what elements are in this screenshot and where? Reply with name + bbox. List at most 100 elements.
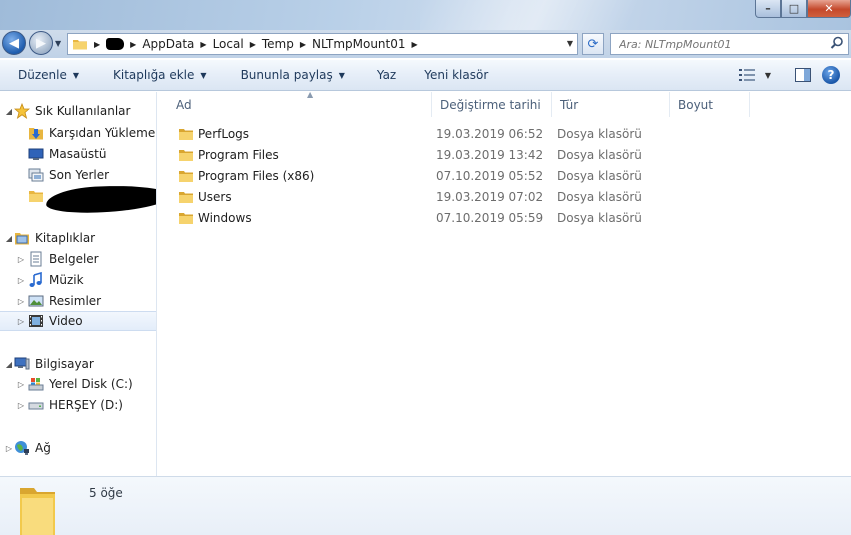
column-header-name[interactable]: Ad ▲	[168, 90, 432, 117]
tree-label: Müzik	[49, 273, 84, 287]
tree-item-pictures[interactable]: ▷ Resimler	[0, 291, 156, 311]
breadcrumb-separator[interactable]: ▶	[94, 40, 100, 49]
folder-icon	[179, 128, 193, 140]
table-row[interactable]: Windows 07.10.2019 05:59 Dosya klasörü	[158, 207, 851, 228]
tree-network[interactable]: ▷ Ağ	[0, 438, 156, 458]
table-row[interactable]: Users 19.03.2019 07:02 Dosya klasörü	[158, 186, 851, 207]
expand-icon[interactable]: ▷	[16, 255, 26, 264]
breadcrumb-nltmpmount01[interactable]: NLTmpMount01	[312, 37, 406, 51]
tree-item-documents[interactable]: ▷ Belgeler	[0, 249, 156, 269]
folder-icon	[179, 191, 193, 203]
folder-icon	[73, 40, 87, 50]
breadcrumb-separator[interactable]: ▶	[300, 40, 306, 49]
breadcrumb-separator[interactable]: ▶	[130, 40, 136, 49]
tree-item-local-disk-c[interactable]: ▷ Yerel Disk (C:)	[0, 374, 156, 394]
breadcrumb-temp[interactable]: Temp	[262, 37, 294, 51]
include-in-library-label: Kitaplığa ekle	[113, 68, 195, 82]
title-bar-glow	[420, 0, 720, 30]
details-view-icon	[738, 69, 755, 81]
new-folder-label: Yeni klasör	[424, 68, 489, 82]
maximize-button[interactable]: □	[781, 0, 807, 18]
view-controls: ▼ ?	[736, 66, 851, 84]
tree-libraries[interactable]: ◢ Kitaplıklar	[0, 228, 156, 248]
collapse-icon[interactable]: ◢	[4, 107, 14, 116]
sort-ascending-icon: ▲	[307, 90, 314, 99]
tree-label: HERŞEY (D:)	[49, 398, 123, 412]
expand-icon[interactable]: ▷	[4, 444, 14, 453]
expand-icon[interactable]: ▷	[16, 317, 26, 326]
breadcrumb-appdata[interactable]: AppData	[142, 37, 194, 51]
tree-label: Yerel Disk (C:)	[49, 377, 133, 391]
title-bar[interactable]: – □ ✕	[0, 0, 851, 30]
close-button[interactable]: ✕	[807, 0, 851, 18]
tree-label: Ağ	[35, 441, 51, 455]
music-icon	[28, 272, 44, 288]
column-label: Değiştirme tarihi	[440, 97, 541, 112]
tree-label: Son Yerler	[49, 168, 110, 182]
expand-icon[interactable]: ▷	[16, 401, 26, 410]
table-row[interactable]: Program Files (x86) 07.10.2019 05:52 Dos…	[158, 165, 851, 186]
file-type: Dosya klasörü	[557, 126, 642, 141]
file-date: 19.03.2019 07:02	[436, 189, 544, 204]
file-list[interactable]: Ad ▲ Değiştirme tarihi Tür Boyut PerfLog…	[158, 90, 851, 476]
breadcrumb-separator[interactable]: ▶	[250, 40, 256, 49]
tree-label: Bilgisayar	[35, 357, 94, 371]
breadcrumb-local[interactable]: Local	[213, 37, 244, 51]
tree-item-video[interactable]: ▷ Video	[0, 311, 156, 331]
tree-item-drive-d[interactable]: ▷ HERŞEY (D:)	[0, 395, 156, 415]
table-row[interactable]: PerfLogs 19.03.2019 06:52 Dosya klasörü	[158, 123, 851, 144]
new-folder-button[interactable]: Yeni klasör	[422, 64, 490, 86]
search-icon[interactable]	[830, 36, 844, 50]
tree-item-desktop[interactable]: Masaüstü	[0, 144, 156, 164]
address-bar[interactable]: ▶ ▶ AppData ▶ Local ▶ Temp ▶ NLTmpMount0…	[67, 33, 578, 55]
tree-label: Kitaplıklar	[35, 231, 96, 245]
network-icon	[14, 440, 30, 456]
search-box[interactable]	[610, 33, 849, 55]
tree-item-music[interactable]: ▷ Müzik	[0, 270, 156, 290]
forward-button[interactable]: ▶	[29, 31, 53, 55]
file-type: Dosya klasörü	[557, 168, 642, 183]
preview-pane-button[interactable]	[792, 66, 814, 84]
search-input[interactable]	[619, 34, 819, 54]
local-disk-icon	[28, 376, 44, 392]
burn-button[interactable]: Yaz	[375, 64, 398, 86]
breadcrumb-separator[interactable]: ▶	[412, 40, 418, 49]
redacted-user-folder[interactable]	[106, 38, 125, 50]
column-label: Tür	[560, 97, 579, 112]
expand-icon[interactable]: ▷	[16, 380, 26, 389]
navigation-pane[interactable]: ◢ Sık Kullanılanlar Karşıdan Yüklemeler …	[0, 92, 157, 476]
tree-item-downloads[interactable]: Karşıdan Yüklemeler	[0, 123, 156, 143]
recent-pages-dropdown[interactable]: ▼	[55, 39, 61, 48]
pictures-icon	[28, 293, 44, 309]
address-history-dropdown[interactable]: ▼	[567, 39, 573, 48]
video-icon	[28, 313, 44, 329]
column-header-type[interactable]: Tür	[552, 92, 670, 117]
table-row[interactable]: Program Files 19.03.2019 13:42 Dosya kla…	[158, 144, 851, 165]
organize-menu[interactable]: Düzenle ▼	[16, 64, 81, 86]
minimize-button[interactable]: –	[755, 0, 781, 18]
navigation-bar: ◀ ▶ ▼ ▶ ▶ AppData ▶ Local ▶ Temp ▶ NLTmp…	[0, 30, 851, 58]
collapse-icon[interactable]: ◢	[4, 234, 14, 243]
expand-icon[interactable]: ▷	[16, 297, 26, 306]
caption-buttons: – □ ✕	[755, 0, 851, 18]
tree-favorites[interactable]: ◢ Sık Kullanılanlar	[0, 101, 156, 121]
chevron-down-icon: ▼	[338, 70, 345, 80]
breadcrumb-separator[interactable]: ▶	[200, 40, 206, 49]
column-header-size[interactable]: Boyut	[670, 92, 750, 117]
change-view-button[interactable]: ▼	[736, 66, 774, 84]
back-button[interactable]: ◀	[2, 31, 26, 55]
expand-icon[interactable]: ▷	[16, 276, 26, 285]
collapse-icon[interactable]: ◢	[4, 360, 14, 369]
refresh-button[interactable]: ⟳	[582, 33, 604, 55]
tree-item-recent-places[interactable]: Son Yerler	[0, 165, 156, 185]
item-count: 5 öğe	[89, 486, 123, 500]
tree-computer[interactable]: ◢ Bilgisayar	[0, 354, 156, 374]
help-button[interactable]: ?	[822, 66, 840, 84]
column-header-date[interactable]: Değiştirme tarihi	[432, 92, 552, 117]
file-name: Users	[198, 189, 232, 204]
tree-label: Belgeler	[49, 252, 99, 266]
share-with-menu[interactable]: Bununla paylaş ▼	[239, 64, 347, 86]
tree-label: Karşıdan Yüklemeler	[49, 126, 156, 140]
drive-icon	[28, 397, 44, 413]
include-in-library-menu[interactable]: Kitaplığa ekle ▼	[111, 64, 209, 86]
